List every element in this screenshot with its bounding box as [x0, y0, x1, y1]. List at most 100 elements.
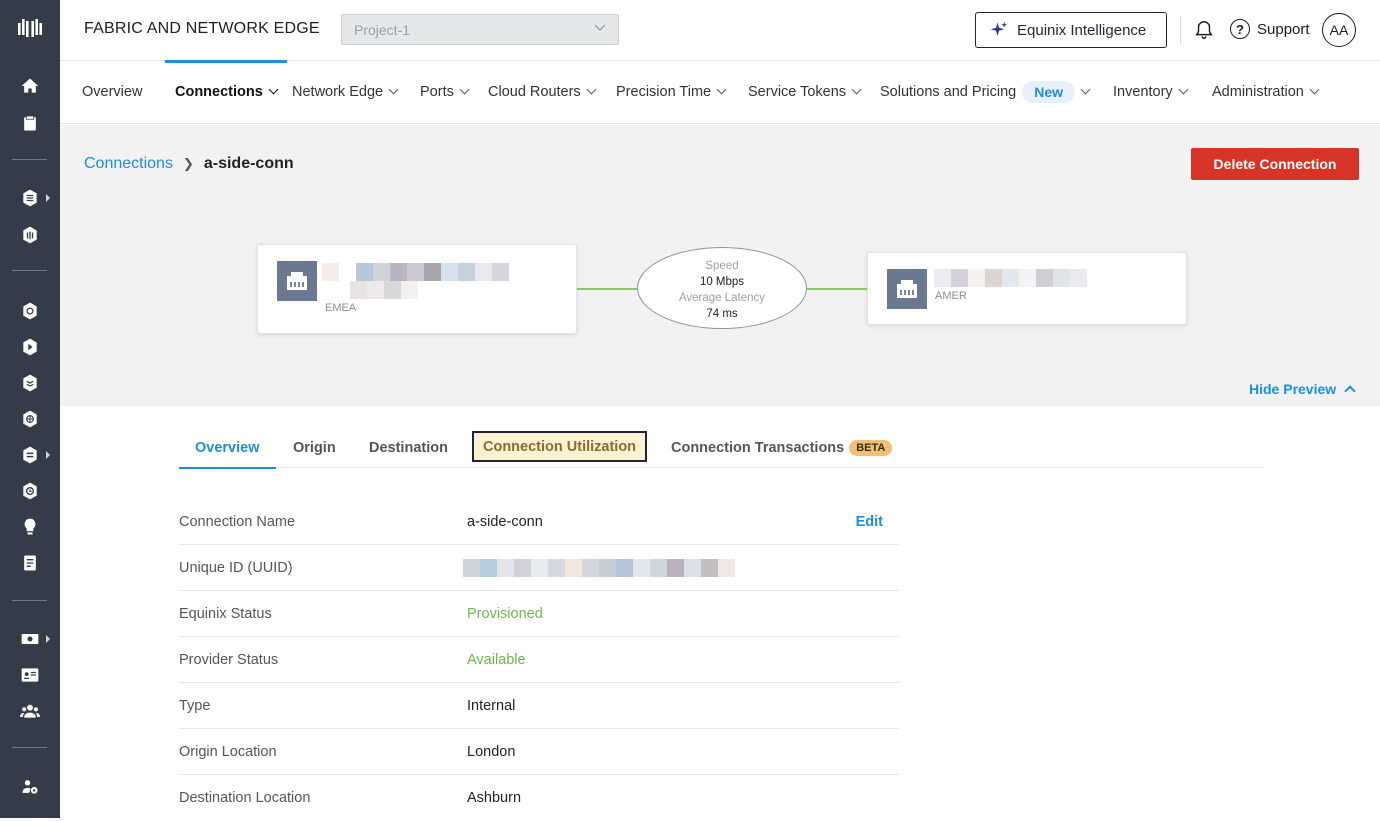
tab-connection-utilization[interactable]: Connection Utilization — [472, 431, 648, 462]
detail-key: Provider Status — [179, 652, 279, 668]
chevron-down-icon — [716, 84, 727, 95]
detail-row-type: Type Internal — [179, 683, 899, 729]
nav-connections[interactable]: Connections — [165, 60, 287, 123]
hex-globe-icon[interactable] — [0, 401, 60, 437]
users-icon[interactable] — [0, 693, 60, 729]
status-value: Provisioned — [467, 606, 543, 622]
detail-row-destination-location: Destination Location Ashburn — [179, 775, 899, 821]
team-settings-icon[interactable] — [0, 769, 60, 805]
document-list-icon[interactable] — [0, 545, 60, 581]
nav-ports[interactable]: Ports — [420, 61, 470, 123]
id-card-icon[interactable] — [0, 657, 60, 693]
equinix-logo-icon — [18, 19, 42, 37]
sidebar-divider — [12, 747, 47, 748]
z-side-card[interactable]: AMER — [867, 252, 1187, 325]
sparkle-icon — [990, 21, 1008, 36]
nav-cloud-routers[interactable]: Cloud Routers — [488, 61, 597, 123]
connection-line — [577, 288, 639, 290]
chevron-down-icon — [1080, 84, 1091, 95]
speed-value: 10 Mbps — [699, 276, 745, 288]
fabric-layers-icon[interactable] — [0, 180, 60, 216]
nav-overview-label: Overview — [82, 84, 143, 100]
clipboard-icon[interactable] — [0, 105, 60, 141]
expand-caret-icon — [46, 451, 50, 459]
detail-key: Destination Location — [179, 790, 311, 806]
beta-badge: BETA — [849, 440, 893, 456]
z-side-region: AMER — [935, 290, 967, 302]
latency-value: 74 ms — [706, 308, 738, 320]
status-value: Available — [467, 652, 526, 668]
a-side-name-redacted — [322, 263, 509, 281]
chevron-down-icon — [1178, 84, 1189, 95]
detail-key: Unique ID (UUID) — [179, 560, 293, 576]
detail-key: Origin Location — [179, 744, 277, 760]
edit-name-link[interactable]: Edit — [856, 514, 883, 530]
z-side-name-redacted — [934, 269, 1087, 287]
nav-service-tokens-label: Service Tokens — [748, 84, 847, 100]
chevron-down-icon — [268, 84, 279, 95]
expand-caret-icon — [46, 194, 50, 202]
new-badge: New — [1022, 81, 1076, 103]
nav-network-edge-label: Network Edge — [292, 84, 384, 100]
nav-administration-label: Administration — [1212, 84, 1304, 100]
hide-preview-toggle[interactable]: Hide Preview — [1249, 381, 1356, 397]
detail-key: Equinix Status — [179, 606, 272, 622]
nav-ports-label: Ports — [420, 84, 454, 100]
uuid-redacted — [463, 559, 735, 577]
chevron-down-icon — [388, 84, 399, 95]
user-avatar[interactable]: AA — [1322, 13, 1356, 47]
nav-solutions-and-pricing[interactable]: Solutions and Pricing New — [880, 61, 1091, 123]
speed-latency-ellipse: Speed 10 Mbps Average Latency 74 ms — [637, 247, 807, 329]
chevron-down-icon — [459, 84, 470, 95]
detail-row-equinix-status: Equinix Status Provisioned — [179, 591, 899, 637]
home-icon[interactable] — [0, 68, 60, 104]
hex-stack-icon[interactable] — [0, 365, 60, 401]
nav-network-edge[interactable]: Network Edge — [292, 61, 399, 123]
nav-precision-time[interactable]: Precision Time — [616, 61, 727, 123]
hex-arrow-icon[interactable] — [0, 329, 60, 365]
chevron-down-icon — [851, 84, 862, 95]
detail-row-connection-name: Connection Name a-side-conn Edit — [179, 499, 899, 545]
tab-overview-label: Overview — [195, 440, 260, 456]
tab-connection-transactions[interactable]: Connection Transactions BETA — [671, 428, 893, 468]
hide-preview-label: Hide Preview — [1249, 381, 1337, 397]
nav-administration[interactable]: Administration — [1212, 61, 1320, 123]
detail-row-origin-location: Origin Location London — [179, 729, 899, 775]
project-select[interactable]: Project-1 — [341, 14, 619, 45]
detail-value: Internal — [467, 698, 516, 714]
connection-preview: Connections ❯ a-side-conn Delete Connect… — [60, 125, 1380, 406]
speed-label: Speed — [705, 260, 739, 272]
tab-destination[interactable]: Destination — [369, 428, 448, 468]
detail-key: Connection Name — [179, 514, 296, 530]
lightbulb-icon[interactable] — [0, 509, 60, 545]
tab-overview[interactable]: Overview — [179, 428, 276, 469]
equinix-logo[interactable] — [0, 11, 60, 47]
a-side-region: EMEA — [325, 302, 357, 314]
hex-network-icon[interactable] — [0, 293, 60, 329]
detail-row-uuid: Unique ID (UUID) — [179, 545, 899, 591]
bell-icon[interactable] — [1193, 19, 1215, 41]
hex-clock-icon[interactable] — [0, 473, 60, 509]
nav-service-tokens[interactable]: Service Tokens — [748, 61, 862, 123]
port-icon — [277, 261, 317, 301]
breadcrumb-connections-link[interactable]: Connections — [84, 155, 173, 173]
hex-exchange-icon[interactable] — [0, 437, 60, 473]
top-bar: FABRIC AND NETWORK EDGE Project-1 Equini… — [60, 0, 1380, 60]
nav-inventory[interactable]: Inventory — [1113, 61, 1189, 123]
project-select-value: Project-1 — [354, 22, 411, 38]
nav-overview[interactable]: Overview — [82, 61, 142, 123]
nav-precision-time-label: Precision Time — [616, 84, 712, 100]
detail-value: Ashburn — [467, 790, 522, 806]
nav-cloud-routers-label: Cloud Routers — [488, 84, 581, 100]
latency-label: Average Latency — [678, 292, 766, 304]
delete-connection-button[interactable]: Delete Connection — [1191, 148, 1359, 180]
a-side-card[interactable]: EMEA — [257, 244, 577, 334]
chevron-down-icon — [586, 84, 597, 95]
network-edge-icon[interactable] — [0, 217, 60, 253]
equinix-intelligence-button[interactable]: Equinix Intelligence — [975, 12, 1167, 48]
support-link[interactable]: ? Support — [1230, 19, 1310, 39]
tab-origin[interactable]: Origin — [293, 428, 336, 468]
topbar-divider — [1180, 16, 1181, 44]
billing-icon[interactable] — [0, 621, 60, 657]
support-label: Support — [1257, 20, 1310, 38]
